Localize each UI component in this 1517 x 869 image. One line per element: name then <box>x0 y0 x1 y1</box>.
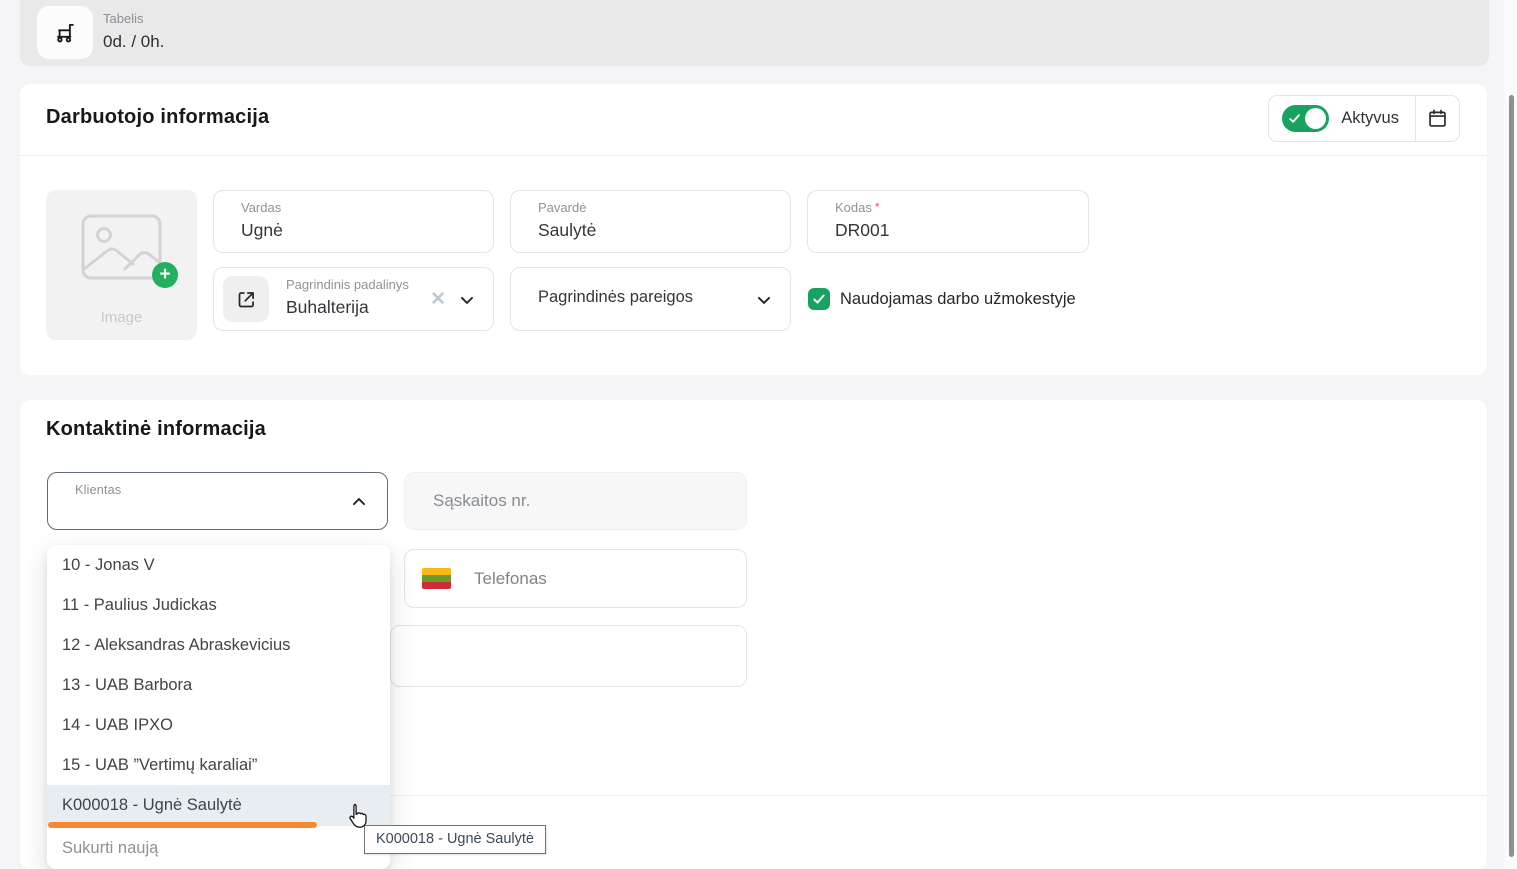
pavarde-field[interactable]: Pavardė Saulytė <box>510 190 791 253</box>
active-toggle-group: Aktyvus <box>1268 95 1460 142</box>
employee-image-upload[interactable]: + Image <box>46 190 197 340</box>
dropdown-option[interactable]: 15 - UAB ”Vertimų karaliai” <box>47 745 390 785</box>
active-toggle-segment: Aktyvus <box>1268 95 1416 142</box>
saskaitos-input[interactable]: Sąskaitos nr. <box>404 472 747 530</box>
check-icon <box>812 292 826 306</box>
hover-tooltip: K000018 - Ugnė Saulytė <box>364 825 546 854</box>
calendar-button[interactable] <box>1416 95 1460 142</box>
telefonas-input[interactable]: Telefonas <box>404 549 747 608</box>
topbar-hours-value: 0d. / 0h. <box>103 32 164 52</box>
loading-progress-bar <box>48 822 317 828</box>
dropdown-option[interactable]: 14 - UAB IPXO <box>47 705 390 745</box>
active-toggle[interactable] <box>1282 105 1329 132</box>
empty-contact-field[interactable] <box>390 625 747 687</box>
create-new-option[interactable]: Sukurti naują <box>47 826 390 869</box>
dropdown-option-highlighted[interactable]: K000018 - Ugnė Saulytė <box>47 785 390 826</box>
lithuania-flag-icon <box>422 568 451 589</box>
image-label: Image <box>46 309 197 326</box>
pavarde-value: Saulytė <box>538 220 596 241</box>
dropdown-option[interactable]: 10 - Jonas V <box>47 545 390 585</box>
vardas-label: Vardas <box>241 200 281 215</box>
add-image-icon[interactable]: + <box>152 262 178 288</box>
toggle-knob <box>1305 108 1326 129</box>
employee-section-title: Darbuotojo informacija <box>46 106 269 129</box>
scrollbar-track[interactable] <box>1504 0 1517 869</box>
payroll-checkbox-label: Naudojamas darbo užmokestyje <box>840 288 1076 310</box>
page: Tabelis 0d. / 0h. Darbuotojo informacija… <box>0 0 1517 869</box>
klientas-label: Klientas <box>75 482 121 497</box>
active-toggle-label: Aktyvus <box>1341 109 1399 128</box>
topbar: Tabelis 0d. / 0h. <box>20 0 1489 66</box>
kodas-value: DR001 <box>835 220 889 241</box>
padalinys-value: Buhalterija <box>286 297 369 318</box>
cart-icon <box>52 20 78 46</box>
image-placeholder-icon <box>81 214 162 280</box>
hand-cursor-icon <box>346 802 370 830</box>
pavarde-label: Pavardė <box>538 200 586 215</box>
chevron-down-icon[interactable] <box>457 290 477 310</box>
telefonas-placeholder: Telefonas <box>474 569 547 589</box>
scrollbar-thumb[interactable] <box>1509 95 1514 857</box>
pareigos-placeholder: Pagrindinės pareigos <box>538 288 693 307</box>
payroll-checkbox[interactable] <box>808 288 830 310</box>
kodas-label: Kodas* <box>835 200 880 215</box>
kodas-field[interactable]: Kodas* DR001 <box>807 190 1089 253</box>
open-padalinys-button[interactable] <box>223 276 269 322</box>
section-divider <box>20 155 1487 156</box>
contact-section-title: Kontaktinė informacija <box>46 418 266 441</box>
external-link-icon <box>236 289 257 310</box>
contact-divider <box>390 795 1487 796</box>
clear-icon[interactable]: ✕ <box>430 288 446 311</box>
saskaitos-placeholder: Sąskaitos nr. <box>433 491 530 511</box>
klientas-combobox[interactable]: Klientas <box>47 472 388 530</box>
check-icon <box>1288 112 1301 125</box>
topbar-title: Tabelis <box>103 11 143 26</box>
required-asterisk: * <box>875 200 880 214</box>
calendar-icon <box>1427 108 1448 129</box>
padalinys-label: Pagrindinis padalinys <box>286 277 409 292</box>
pareigos-select[interactable]: Pagrindinės pareigos <box>510 267 791 331</box>
tabelis-button[interactable] <box>37 6 93 59</box>
dropdown-option[interactable]: 11 - Paulius Judickas <box>47 585 390 625</box>
vardas-field[interactable]: Vardas Ugnė <box>213 190 494 253</box>
dropdown-option[interactable]: 13 - UAB Barbora <box>47 665 390 705</box>
vardas-value: Ugnė <box>241 220 283 241</box>
chevron-down-icon[interactable] <box>754 290 774 310</box>
chevron-up-icon[interactable] <box>349 492 369 512</box>
klientas-dropdown: 10 - Jonas V 11 - Paulius Judickas 12 - … <box>47 545 390 869</box>
dropdown-option[interactable]: 12 - Aleksandras Abraskevicius <box>47 625 390 665</box>
padalinys-field[interactable]: Pagrindinis padalinys Buhalterija ✕ <box>213 267 494 331</box>
